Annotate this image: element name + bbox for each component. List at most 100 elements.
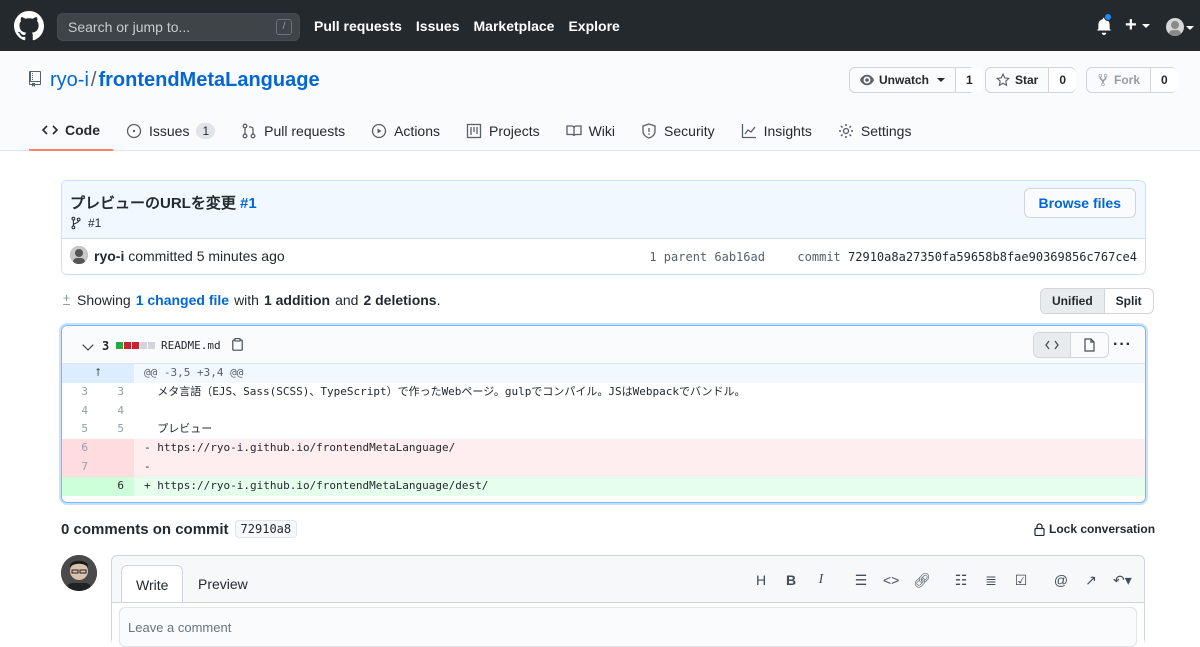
diff-line: 3 3 メタ言語（EJS、Sass(SCSS)、TypeScript）で作ったW… (62, 383, 1145, 402)
create-new-plus-icon[interactable]: + (1125, 14, 1137, 37)
branch-ref-link[interactable]: #1 (88, 216, 101, 230)
diff-view-toggle: Unified Split (1040, 288, 1154, 314)
diff-line-deleted: 7 - (62, 457, 1145, 477)
showing-label: Showing (77, 292, 131, 308)
view-rendered-button[interactable] (1071, 333, 1108, 357)
repo-icon (29, 71, 41, 87)
code-icon[interactable]: <> (883, 572, 899, 589)
tab-insights[interactable]: Insights (728, 111, 825, 151)
project-icon (466, 123, 482, 139)
parent-sha-link[interactable]: 6ab16ad (714, 250, 765, 264)
italic-icon[interactable]: I (813, 572, 829, 589)
commit-pr-link[interactable]: #1 (240, 195, 257, 212)
more-options-icon[interactable]: ··· (1113, 336, 1132, 354)
mention-icon[interactable]: @ (1053, 572, 1069, 589)
nav-pull-requests[interactable]: Pull requests (314, 18, 402, 34)
branch-icon (71, 216, 81, 230)
old-line-number[interactable]: 5 (62, 420, 98, 439)
old-line-number[interactable]: 4 (62, 402, 98, 421)
tab-settings[interactable]: Settings (825, 111, 925, 151)
expand-up-icon[interactable]: ⭡ (62, 364, 134, 383)
unwatch-button[interactable]: Unwatch (850, 68, 957, 92)
user-menu-caret-icon[interactable] (1186, 26, 1194, 30)
tab-pull-requests[interactable]: Pull requests (228, 111, 358, 151)
create-new-caret-icon[interactable] (1142, 24, 1150, 28)
comments-commit-sha: 72910a8 (234, 520, 298, 538)
tab-code[interactable]: Code (29, 111, 113, 151)
lock-conversation-button[interactable]: Lock conversation (1034, 522, 1155, 536)
slash-shortcut-key: / (276, 19, 292, 35)
user-avatar[interactable] (1166, 18, 1184, 36)
nav-explore[interactable]: Explore (568, 18, 619, 34)
diff-line-deleted: 6 - https://ryo-i.github.io/frontendMeta… (62, 439, 1145, 458)
task-list-icon[interactable]: ☑ (1013, 572, 1029, 589)
bold-icon[interactable]: B (783, 572, 799, 589)
tab-actions[interactable]: Actions (358, 111, 453, 151)
commit-sha-info: 1 parent 6ab16ad commit 72910a8a27350fa5… (649, 250, 1137, 264)
tab-settings-label: Settings (860, 123, 912, 139)
cross-reference-icon[interactable]: ↗ (1083, 572, 1099, 589)
with-label: with (234, 292, 259, 308)
watchers-count[interactable]: 1 (956, 68, 983, 92)
current-user-avatar[interactable] (61, 555, 97, 591)
comment-textarea[interactable]: Leave a comment (119, 607, 1137, 647)
numbered-list-icon[interactable]: ≣ (983, 572, 999, 589)
changed-files-link[interactable]: 1 changed file (136, 292, 229, 308)
heading-icon[interactable]: H (753, 572, 769, 589)
old-line-number[interactable]: 6 (62, 439, 98, 458)
watch-button-group: Unwatch 1 (849, 67, 983, 93)
link-icon[interactable]: 🔗︎ (913, 572, 931, 589)
preview-tab[interactable]: Preview (184, 565, 262, 603)
star-button[interactable]: Star (986, 68, 1050, 92)
copy-path-icon[interactable] (232, 338, 243, 351)
diff-line-added: 6 + https://ryo-i.github.io/frontendMeta… (62, 476, 1145, 496)
repo-owner-link[interactable]: ryo-i (50, 69, 89, 91)
commit-label: commit (797, 250, 841, 264)
nav-marketplace[interactable]: Marketplace (474, 18, 555, 34)
tab-insights-label: Insights (763, 123, 812, 139)
diff-line-count: 3 (102, 339, 110, 353)
commit-author-line: ryo-i committed 5 minutes ago (94, 248, 285, 264)
forks-count[interactable]: 0 (1151, 68, 1178, 92)
search-input[interactable]: Search or jump to... / (57, 13, 300, 41)
line-content: - https://ryo-i.github.io/frontendMetaLa… (144, 441, 456, 455)
old-line-number[interactable]: 3 (62, 383, 98, 402)
search-placeholder: Search or jump to... (68, 19, 191, 35)
commit-author-link[interactable]: ryo-i (94, 248, 124, 264)
new-line-number[interactable]: 3 (98, 383, 134, 402)
quote-icon[interactable]: ☰ (853, 572, 869, 589)
split-view-button[interactable]: Split (1105, 289, 1153, 313)
nav-issues[interactable]: Issues (416, 18, 460, 34)
tab-security[interactable]: Security (628, 111, 728, 151)
tab-wiki-label: Wiki (588, 123, 616, 139)
fork-button[interactable]: Fork (1087, 68, 1152, 92)
write-tab[interactable]: Write (121, 565, 184, 603)
collapse-chevron-icon[interactable] (82, 339, 94, 351)
view-source-button[interactable] (1034, 333, 1071, 357)
new-line-number[interactable] (98, 439, 134, 458)
old-line-number[interactable]: 7 (62, 457, 98, 477)
tab-issues[interactable]: Issues 1 (113, 111, 228, 151)
commit-sha: 72910a8a27350fa59658b8fae90369856c767ce4 (848, 250, 1137, 264)
new-line-number[interactable]: 4 (98, 402, 134, 421)
diff-line: 4 4 (62, 402, 1145, 421)
comments-heading: 0 comments on commit 72910a8 (61, 520, 298, 538)
repo-name-link[interactable]: frontendMetaLanguage (98, 69, 319, 91)
diff-filename[interactable]: README.md (161, 339, 221, 352)
new-line-number[interactable]: 5 (98, 420, 134, 439)
github-logo-icon[interactable] (14, 11, 44, 41)
unified-view-button[interactable]: Unified (1041, 289, 1105, 313)
browse-files-button[interactable]: Browse files (1023, 188, 1136, 218)
tab-projects[interactable]: Projects (453, 111, 553, 151)
saved-reply-icon[interactable]: ↶▾ (1113, 572, 1132, 589)
stars-count[interactable]: 0 (1049, 68, 1077, 92)
commit-message: プレビューのURLを変更 (70, 195, 236, 212)
tab-projects-label: Projects (489, 123, 540, 139)
new-line-number[interactable]: 6 (98, 476, 134, 496)
markdown-toolbar: H B I ☰ <> 🔗︎ ☷ ≣ ☑ @ ↗ ↶▾ (753, 572, 1132, 589)
tab-wiki[interactable]: Wiki (553, 111, 628, 151)
new-line-number[interactable] (98, 457, 134, 477)
old-line-number[interactable] (62, 476, 98, 496)
author-avatar[interactable] (70, 246, 88, 264)
bulleted-list-icon[interactable]: ☷ (953, 572, 969, 589)
